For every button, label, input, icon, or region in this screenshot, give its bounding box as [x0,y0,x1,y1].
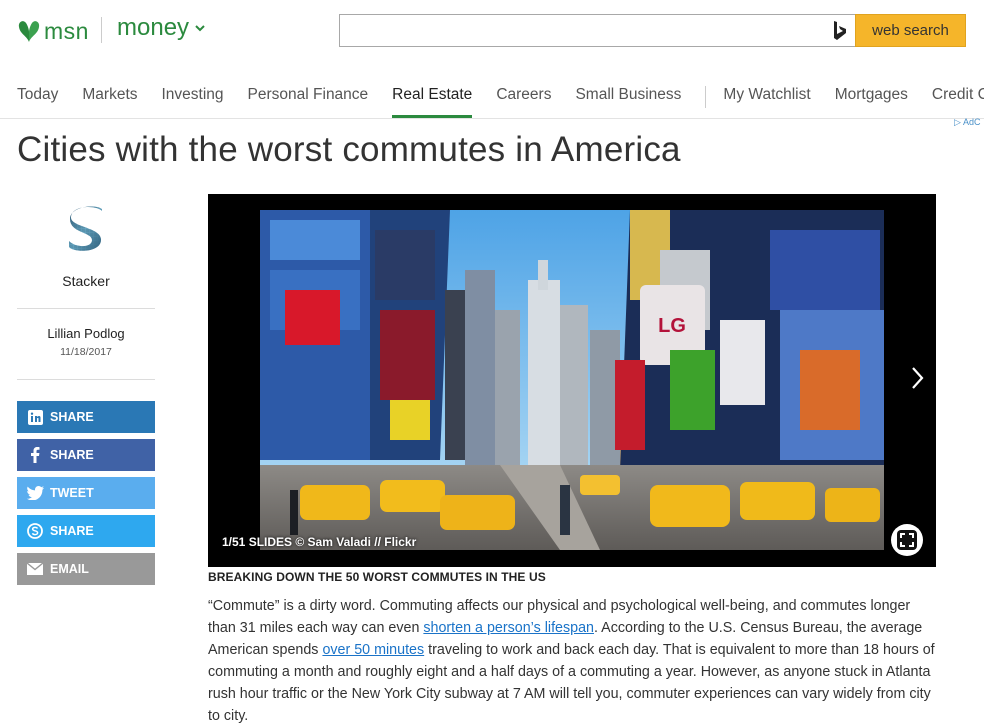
provider-name[interactable]: Stacker [17,273,155,289]
slideshow[interactable]: LG [208,194,936,567]
nav-careers[interactable]: Careers [496,86,551,118]
section-heading: BREAKING DOWN THE 50 WORST COMMUTES IN T… [208,570,546,584]
bing-icon [834,21,846,40]
share-label: EMAIL [50,562,89,576]
web-search-button[interactable]: web search [855,14,966,47]
slide-caption: 1/51 SLIDES © Sam Valadi // Flickr [222,535,416,549]
publish-date: 11/18/2017 [60,346,112,358]
next-slide-arrow-icon[interactable] [905,365,929,391]
twitter-icon [26,484,44,502]
logo-divider [101,17,102,43]
search-input[interactable] [340,15,820,46]
share-label: SHARE [50,448,94,462]
nav-small-business[interactable]: Small Business [575,86,681,118]
msn-wordmark: msn [44,17,89,44]
skype-icon [26,522,44,540]
top-navigation: Today Markets Investing Personal Finance… [17,86,984,118]
fullscreen-button[interactable] [891,524,923,556]
share-label: TWEET [50,486,94,500]
share-twitter-button[interactable]: TWEET [17,477,155,509]
article-body: “Commute” is a dirty word. Commuting aff… [208,595,938,727]
page-title: Cities with the worst commutes in Americ… [17,130,681,169]
share-facebook-button[interactable]: SHARE [17,439,155,471]
msn-logo[interactable]: msn [18,16,89,46]
nav-border [0,118,984,119]
nav-personal-finance[interactable]: Personal Finance [248,86,369,118]
money-wordmark: money [117,14,190,41]
nav-divider [705,86,707,108]
nav-today[interactable]: Today [17,86,58,118]
nav-mortgages[interactable]: Mortgages [835,86,908,118]
share-skype-button[interactable]: SHARE [17,515,155,547]
msn-butterfly-icon [18,21,40,42]
facebook-icon [26,446,44,464]
email-icon [26,560,44,578]
fullscreen-icon [897,530,917,550]
slide-counter: 1/51 SLIDES [222,535,293,549]
nav-markets[interactable]: Markets [82,86,137,118]
photo-credit: © Sam Valadi // Flickr [295,535,417,549]
share-linkedin-button[interactable]: SHARE [17,401,155,433]
slide-photo[interactable]: LG [260,210,884,550]
linkedin-icon [26,408,44,426]
nav-investing[interactable]: Investing [162,86,224,118]
nav-credit-cards[interactable]: Credit Cards [932,86,984,118]
lg-sign-text: LG [658,315,686,337]
sidebar-divider [17,308,155,309]
share-label: SHARE [50,524,94,538]
ad-choices-link[interactable]: ▷ AdC [954,117,980,128]
fifty-minutes-link[interactable]: over 50 minutes [322,642,424,658]
money-section-menu[interactable]: money [117,14,205,42]
sidebar-divider [17,379,155,380]
nav-my-watchlist[interactable]: My Watchlist [723,86,810,118]
share-label: SHARE [50,410,94,424]
search-box [339,14,856,47]
stacker-logo[interactable] [66,205,106,255]
chevron-down-icon [195,25,205,32]
nav-real-estate[interactable]: Real Estate [392,86,473,118]
lifespan-link[interactable]: shorten a person’s lifespan [423,620,594,636]
author-name: Lillian Podlog [47,326,125,341]
ad-choices-label: AdC [962,117,981,127]
share-email-button[interactable]: EMAIL [17,553,155,585]
ad-choices-icon: ▷ [954,117,961,127]
